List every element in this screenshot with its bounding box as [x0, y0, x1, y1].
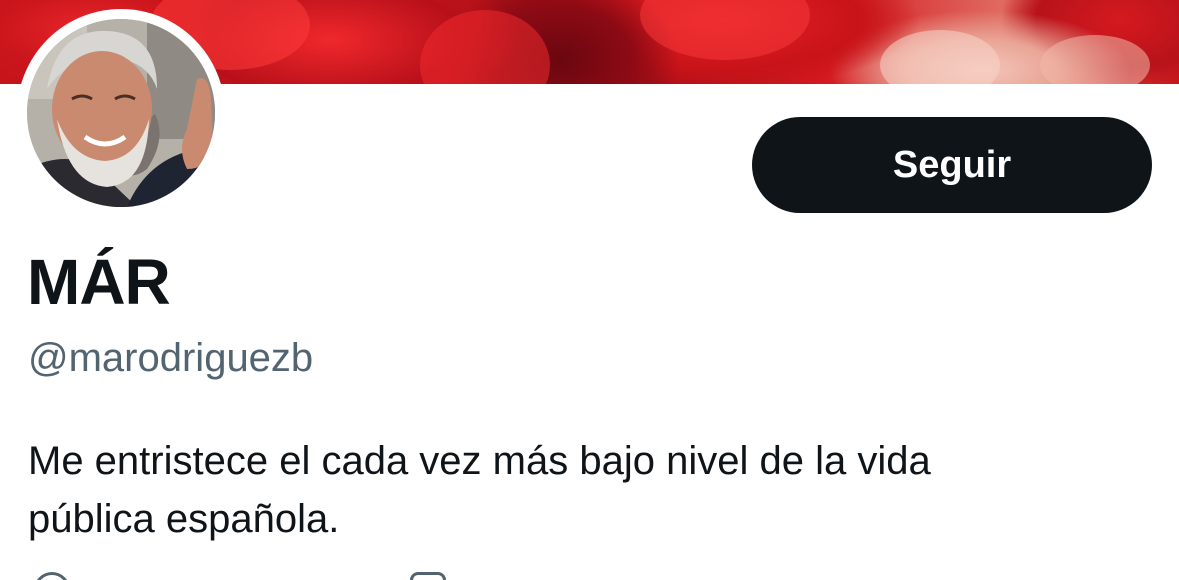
banner-petal — [640, 0, 810, 60]
profile-bio: Me entristece el cada vez más bajo nivel… — [28, 432, 1148, 548]
profile-meta-row — [28, 568, 628, 580]
bio-line: pública española. — [28, 497, 340, 541]
avatar[interactable] — [27, 19, 215, 207]
banner-petal — [880, 30, 1000, 84]
profile-page: Seguir MÁR @marodriguezb Me entristece e… — [0, 0, 1179, 580]
avatar-photo — [27, 19, 215, 207]
location-icon — [34, 572, 70, 580]
bio-line: Me entristece el cada vez más bajo nivel… — [28, 439, 931, 483]
user-handle: @marodriguezb — [28, 336, 314, 380]
follow-button[interactable]: Seguir — [752, 117, 1152, 213]
banner-petal — [1040, 35, 1150, 84]
link-icon[interactable] — [410, 572, 446, 580]
banner-petal — [420, 10, 550, 84]
display-name: MÁR — [27, 246, 171, 318]
